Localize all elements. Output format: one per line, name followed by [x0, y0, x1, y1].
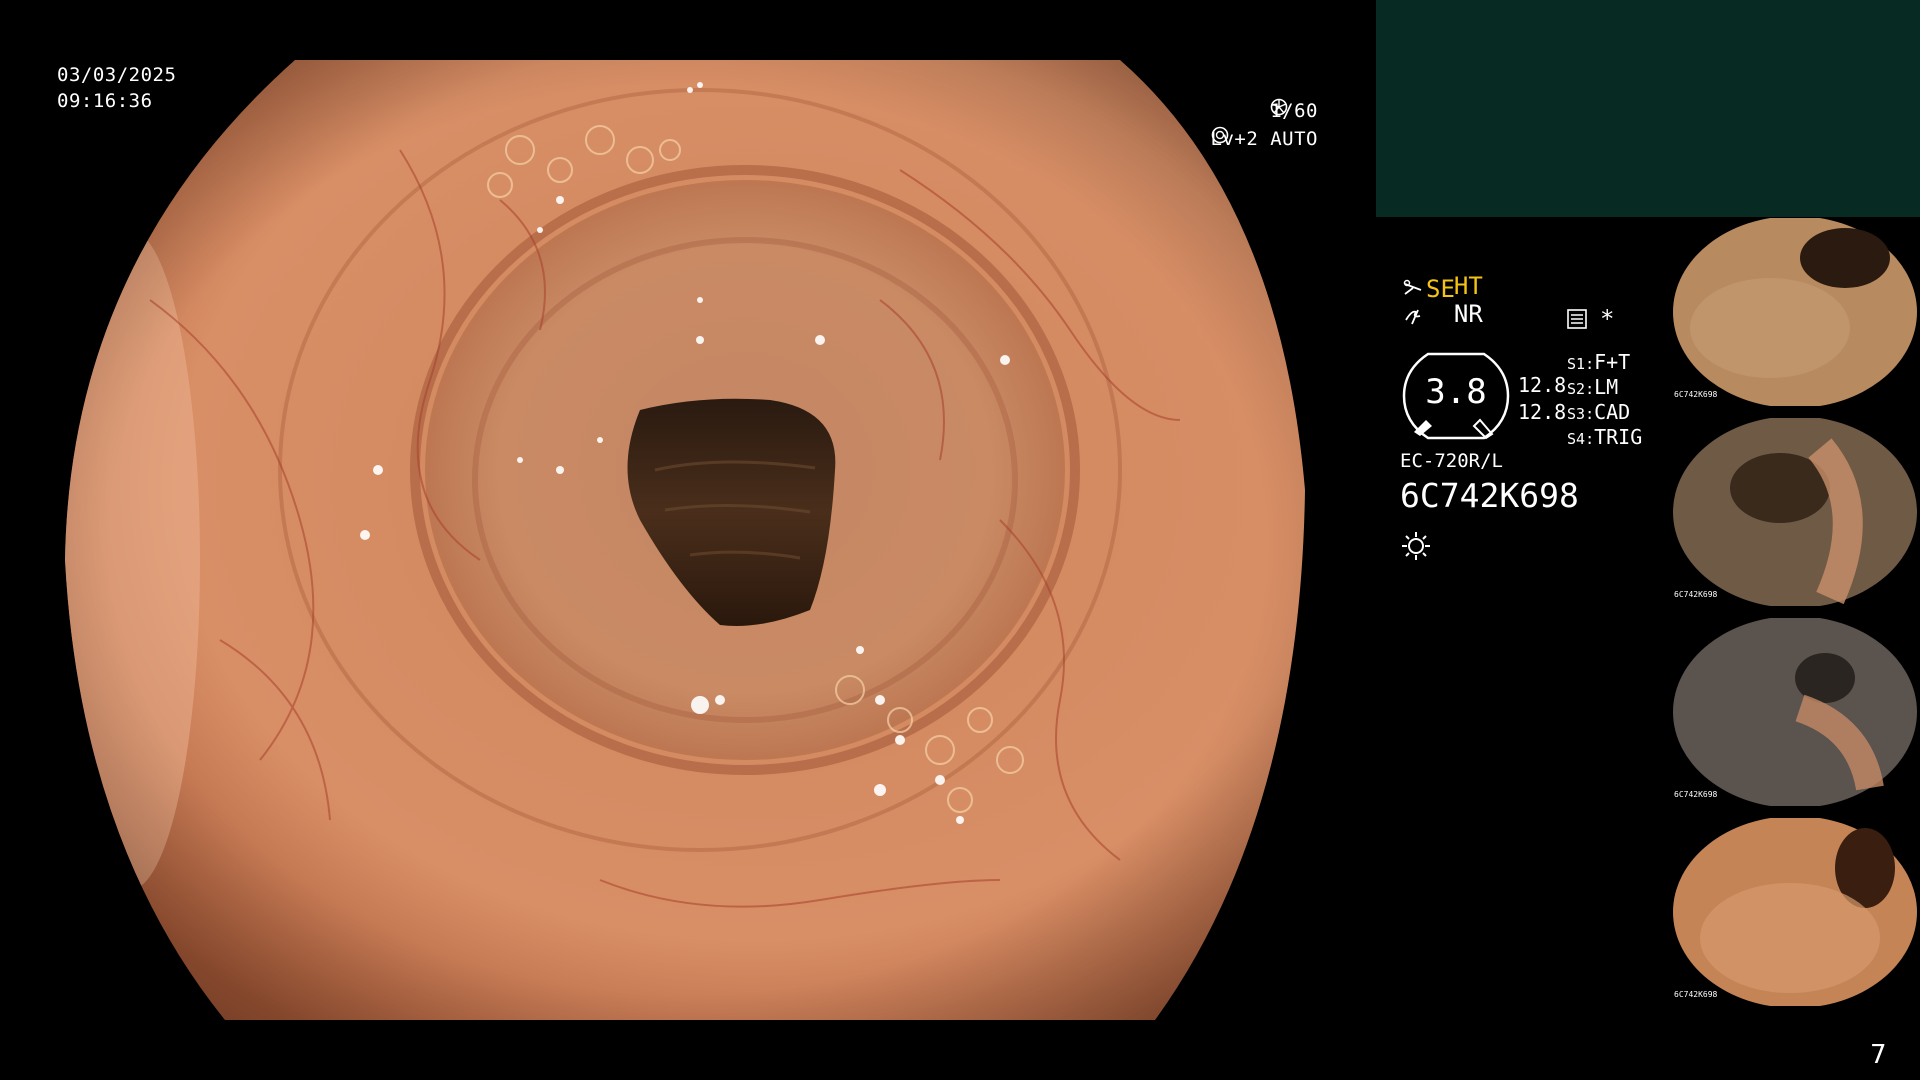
- scope-model-label: EC-720R/L: [1400, 450, 1503, 472]
- gauge-value: 3.8: [1425, 372, 1487, 412]
- switch-list: S1:F+T S2:LM S3:CAD S4:TRIG: [1567, 350, 1642, 450]
- thumbnail-label: 6C742K698: [1674, 990, 1718, 999]
- thumbnail-4[interactable]: 6C742K698: [1670, 818, 1920, 1006]
- thumbnail-image: [1673, 618, 1917, 806]
- shutter-row: 1/60: [1270, 98, 1318, 125]
- switch-item: S3:CAD: [1567, 400, 1631, 424]
- thumbnail-1[interactable]: 6C742K698: [1670, 218, 1920, 406]
- thumbnail-image: [1673, 818, 1917, 1006]
- level-row: Lv+2 AUTO: [1211, 126, 1318, 153]
- switch-item: S1:F+T: [1567, 350, 1631, 374]
- se-label: SE: [1426, 275, 1455, 303]
- thumbnail-label: 6C742K698: [1674, 590, 1718, 599]
- sun-icon: [1402, 532, 1430, 560]
- endoscope-image-view: 03/03/2025 09:16:36 1/60 Lv+2 AUTO: [0, 0, 1375, 1080]
- thumbnail-3[interactable]: 6C742K698: [1670, 618, 1920, 806]
- gauge-right-1: 12.8: [1518, 373, 1567, 397]
- ht-label: HT: [1453, 272, 1483, 300]
- iris-icon: [1211, 126, 1228, 144]
- top-info-box: [1376, 0, 1920, 217]
- thumbnail-image: [1673, 418, 1917, 606]
- colon-lumen-image: [65, 60, 1305, 1020]
- thumbnail-2[interactable]: 6C742K698: [1670, 418, 1920, 606]
- time-label: 09:16:36: [57, 90, 153, 112]
- lightning-icon: [1405, 309, 1421, 325]
- settings-card-icon: [1567, 309, 1587, 329]
- date-label: 03/03/2025: [57, 64, 177, 86]
- nr-label: NR: [1453, 300, 1483, 328]
- switch-item: S2:LM: [1567, 375, 1619, 399]
- scissors-icon: [1403, 279, 1422, 295]
- thumbnail-label: 6C742K698: [1674, 790, 1718, 799]
- thumbnail-image: [1673, 218, 1917, 406]
- gauge-right-2: 12.8: [1518, 400, 1567, 424]
- page-number: 7: [1870, 1040, 1887, 1070]
- switch-item: S4:TRIG: [1567, 425, 1643, 449]
- thumbnail-label: 6C742K698: [1674, 390, 1718, 399]
- shutter-icon: [1270, 98, 1288, 116]
- serial-label: 6C742K698: [1400, 476, 1579, 515]
- asterisk-icon: *: [1600, 305, 1615, 333]
- se-row: SE: [1402, 275, 1455, 303]
